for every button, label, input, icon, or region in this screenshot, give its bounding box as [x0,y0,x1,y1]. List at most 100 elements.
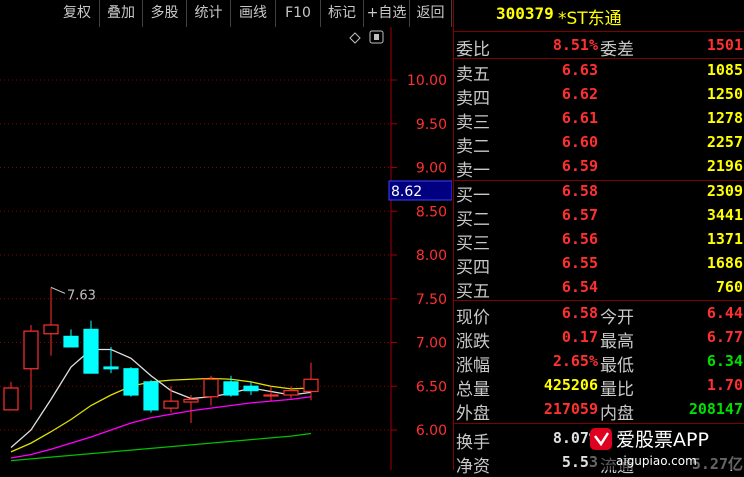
level-volume: 2257 [706,133,743,151]
ask-row[interactable]: 卖三 6.61 1278 [454,107,744,133]
candle-body [163,400,179,409]
candle-body [263,394,279,397]
divider [454,300,744,301]
bid-row[interactable]: 买三 6.56 1371 [454,228,744,254]
level-price: 6.63 [561,61,598,79]
ask-row[interactable]: 卖二 6.60 2257 [454,131,744,157]
candle-body [3,387,19,411]
y-tick-label: 7.00 [416,336,447,352]
toolbar-button-5[interactable]: F10 [276,0,321,27]
quote-row: 涨跌 0.17 最高 6.77 [454,326,744,352]
candle-body [223,381,239,396]
bid-row[interactable]: 买五 6.54 760 [454,276,744,302]
candle-body [203,378,219,398]
stat-label-2: 内盘 [600,404,634,424]
quote-row: 外盘 217059 内盘 208147 [454,398,744,424]
level-price: 6.60 [561,133,598,151]
toolbar-button-1[interactable]: 叠加 [100,0,143,27]
level-price: 6.55 [561,254,598,272]
level-label: 卖四 [456,89,490,109]
candle-body [63,335,79,348]
window-icon-inner [374,34,379,40]
level-price: 6.62 [561,85,598,103]
level-volume: 1250 [706,85,743,103]
diff-label: 委差 [600,40,634,60]
stat-label: 总量 [456,380,490,400]
stat-value-2: 208147 [688,400,743,418]
level-volume: 760 [715,278,743,296]
bid-row[interactable]: 买一 6.58 2309 [454,180,744,206]
ask-row[interactable]: 卖五 6.63 1085 [454,59,744,85]
quote-panel: 300379 *ST东通 委比 8.51% 委差 1501 卖五 6.63 1085… [453,0,744,477]
level-label: 卖五 [456,65,490,85]
level-label: 卖一 [456,161,490,181]
stat-label: 现价 [456,308,490,328]
level-volume: 1278 [706,109,743,127]
crosshair-price: 8.62 [391,184,422,200]
level-label: 买五 [456,282,490,302]
divider [454,423,744,424]
level-volume: 2196 [706,157,743,175]
toolbar-button-8[interactable]: 返回 [410,0,452,27]
stock-header: 300379 *ST东通 [454,4,744,29]
y-tick-label: 6.50 [416,379,447,395]
y-tick-label: 9.00 [416,161,447,177]
candle-body [283,390,299,396]
stat-label-2: 今开 [600,308,634,328]
y-tick-label: 10.00 [407,73,447,89]
level-price: 6.56 [561,230,598,248]
bid-row[interactable]: 买二 6.57 3441 [454,204,744,230]
stat-value: 2.65% [552,352,598,370]
ask-row[interactable]: 卖一 6.59 2196 [454,155,744,181]
stat-value-2: 6.34 [706,352,743,370]
ratio-value: 8.51% [552,36,598,54]
stat-value: 0.17 [561,328,598,346]
toolbar-button-6[interactable]: 标记 [321,0,364,27]
toolbar-button-3[interactable]: 统计 [187,0,231,27]
level-volume: 2309 [706,182,743,200]
ma-line-white [10,348,312,448]
level-label: 买一 [456,186,490,206]
candle-body [303,378,319,393]
app-logo-icon [590,428,612,450]
stat-label: 净资 [456,457,490,477]
level-price: 6.59 [561,157,598,175]
stat-value: 217059 [543,400,598,418]
stat-value: 425206 [543,376,598,394]
y-tick-label: 6.00 [416,423,447,439]
candle-body [83,328,99,374]
ratio-label: 委比 [456,40,490,60]
level-price: 6.58 [561,182,598,200]
level-price: 6.57 [561,206,598,224]
level-label: 买四 [456,258,490,278]
candle-body [43,324,59,335]
ask-row[interactable]: 卖四 6.62 1250 [454,83,744,109]
toolbar-button-4[interactable]: 画线 [231,0,276,27]
level-volume: 3441 [706,206,743,224]
level-price: 6.54 [561,278,598,296]
candle-body [23,330,39,370]
stock-code: 300379 [496,4,554,23]
divider [454,31,744,32]
stat-label-2: 量比 [600,380,634,400]
toolbar-button-7[interactable]: +自选 [364,0,410,27]
quote-row: 总量 425206 量比 1.70 [454,374,744,400]
candle-body [143,381,159,411]
y-tick-label: 8.00 [416,248,447,264]
quote-row: 涨幅 2.65% 最低 6.34 [454,350,744,376]
candlestick-chart[interactable]: 10.00 9.50 9.00 8.50 8.00 7.50 7.00 6.50 6.00 8.6… [0,27,452,470]
diamond-icon [349,32,361,44]
level-volume: 1085 [706,61,743,79]
stat-value-2: 6.44 [706,304,743,322]
level-label: 卖三 [456,113,490,133]
ma-line-magenta [10,396,312,459]
toolbar-button-0[interactable]: 复权 [55,0,100,27]
stock-name: *ST东通 [558,9,622,29]
toolbar-button-2[interactable]: 多股 [143,0,187,27]
candle-body [123,368,139,396]
level-label: 买三 [456,234,490,254]
candle-body [183,398,199,403]
stat-value-2: 6.77 [706,328,743,346]
bid-row[interactable]: 买四 6.55 1686 [454,252,744,278]
stat-label-2: 最低 [600,356,634,376]
